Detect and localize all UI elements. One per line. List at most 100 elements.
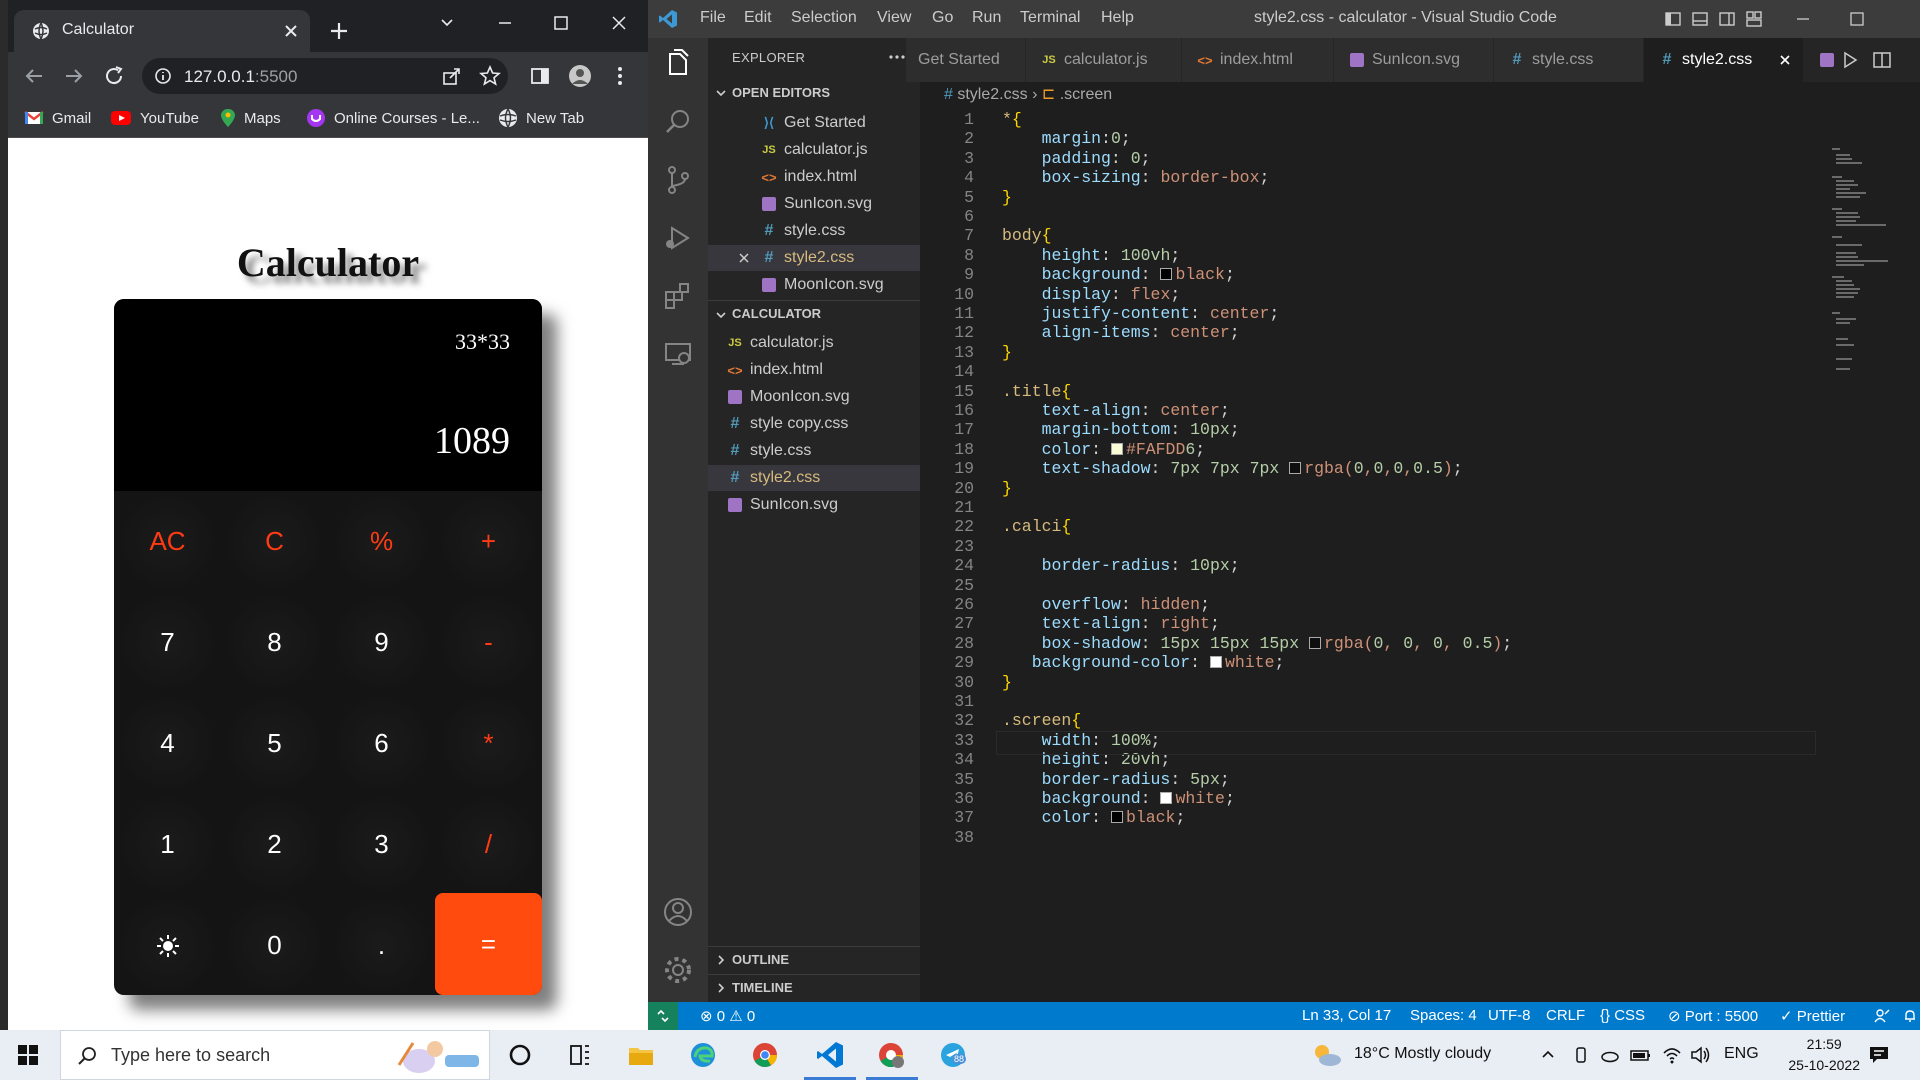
open-editors-section[interactable]: OPEN EDITORS xyxy=(708,82,920,106)
key-2[interactable]: 2 xyxy=(221,794,328,895)
run-icon[interactable] xyxy=(1840,50,1860,70)
key-3[interactable]: 3 xyxy=(328,794,435,895)
minimize-icon[interactable] xyxy=(1794,10,1812,28)
menu-view[interactable]: View xyxy=(877,9,911,27)
open-editor-item[interactable]: ⟩⟨ Get Started xyxy=(708,110,920,136)
taskbar-search-box[interactable]: Type here to search xyxy=(60,1030,490,1080)
share-icon[interactable] xyxy=(440,64,464,88)
remote-indicator[interactable] xyxy=(648,1002,678,1030)
bookmark-gmail[interactable]: Gmail xyxy=(24,107,91,129)
theme-toggle-button[interactable] xyxy=(114,895,221,995)
tab-search-chevron-icon[interactable] xyxy=(436,12,458,34)
open-editor-item-active[interactable]: # style2.css xyxy=(708,245,920,271)
file-tree-item[interactable]: <> index.html xyxy=(708,357,920,383)
maximize-icon[interactable] xyxy=(550,12,572,34)
notifications-bell-icon[interactable] xyxy=(1902,1008,1918,1024)
file-tree-item[interactable]: JS calculator.js xyxy=(708,330,920,356)
language-mode[interactable]: {} CSS xyxy=(1600,1007,1645,1024)
key-decimal[interactable]: . xyxy=(328,895,435,995)
task-view-icon[interactable] xyxy=(565,1040,595,1070)
extensions-icon[interactable] xyxy=(660,278,696,314)
file-tree-item[interactable]: MoonIcon.svg xyxy=(708,384,920,410)
customize-layout-icon[interactable] xyxy=(1745,10,1763,28)
explorer-files-icon[interactable] xyxy=(660,46,696,82)
key-0[interactable]: 0 xyxy=(221,895,328,995)
code-line[interactable]: 38 xyxy=(920,828,1920,852)
key-divide[interactable]: / xyxy=(435,794,542,895)
key-plus[interactable]: + xyxy=(435,491,542,592)
menu-help[interactable]: Help xyxy=(1101,9,1134,27)
menu-selection[interactable]: Selection xyxy=(791,9,857,27)
file-tree-item[interactable]: # style copy.css xyxy=(708,411,920,437)
vscode-icon[interactable] xyxy=(815,1040,845,1070)
settings-gear-icon[interactable] xyxy=(660,952,696,988)
tab-close-icon[interactable] xyxy=(282,22,300,40)
key-4[interactable]: 4 xyxy=(114,693,221,794)
encoding[interactable]: UTF-8 xyxy=(1488,1007,1531,1024)
cursor-position[interactable]: Ln 33, Col 17 xyxy=(1302,1007,1391,1024)
telegram-taskbar-button[interactable]: 88 xyxy=(938,1040,968,1070)
minimize-icon[interactable] xyxy=(494,12,516,34)
bookmark-star-icon[interactable] xyxy=(478,64,502,88)
timeline-section[interactable]: TIMELINE xyxy=(708,974,920,1000)
close-editor-icon[interactable] xyxy=(738,252,750,264)
maximize-icon[interactable] xyxy=(1848,10,1866,28)
chrome-profile-icon[interactable] xyxy=(876,1040,906,1070)
toggle-panel-icon[interactable] xyxy=(1691,10,1709,28)
tab-calculator-js[interactable]: JS calculator.js xyxy=(1026,38,1182,82)
bookmark-youtube[interactable]: YouTube xyxy=(110,107,199,129)
calculator-folder-section[interactable]: CALCULATOR xyxy=(708,300,920,328)
key-percent[interactable]: % xyxy=(328,491,435,592)
breadcrumb-symbol[interactable]: .screen xyxy=(1060,86,1112,103)
bookmark-new-tab[interactable]: New Tab xyxy=(498,107,584,129)
edge-browser-icon[interactable] xyxy=(688,1040,718,1070)
key-6[interactable]: 6 xyxy=(328,693,435,794)
menu-file[interactable]: File xyxy=(700,9,726,27)
chevron-up-icon[interactable] xyxy=(1540,1047,1556,1063)
key-clear[interactable]: C xyxy=(221,491,328,592)
tab-index-html[interactable]: <> index.html xyxy=(1182,38,1334,82)
profile-avatar[interactable] xyxy=(568,64,592,88)
volume-icon[interactable] xyxy=(1690,1045,1712,1065)
prettier-status[interactable]: ✓ Prettier xyxy=(1780,1007,1845,1025)
key-5[interactable]: 5 xyxy=(221,693,328,794)
menu-terminal[interactable]: Terminal xyxy=(1020,9,1080,27)
toggle-sidebar-icon[interactable] xyxy=(1664,10,1682,28)
browser-tab[interactable]: Calculator xyxy=(14,10,310,52)
forward-arrow-icon[interactable] xyxy=(62,64,86,88)
key-1[interactable]: 1 xyxy=(114,794,221,895)
run-debug-icon[interactable] xyxy=(660,220,696,256)
side-panel-icon[interactable] xyxy=(528,64,552,88)
file-tree-item-selected[interactable]: # style2.css xyxy=(708,465,920,491)
toggle-secondary-sidebar-icon[interactable] xyxy=(1718,10,1736,28)
usb-device-icon[interactable] xyxy=(1572,1046,1590,1064)
open-editor-item[interactable]: <> index.html xyxy=(708,164,920,190)
key-ac[interactable]: AC xyxy=(114,491,221,592)
file-tree-item[interactable]: SunIcon.svg xyxy=(708,492,920,518)
chrome-menu-icon[interactable] xyxy=(608,64,632,88)
open-editor-item[interactable]: # style.css xyxy=(708,218,920,244)
accounts-icon[interactable] xyxy=(660,894,696,930)
notification-center-icon[interactable] xyxy=(1868,1044,1890,1066)
weather-text[interactable]: 18°C Mostly cloudy xyxy=(1354,1045,1491,1063)
key-7[interactable]: 7 xyxy=(114,592,221,693)
indentation[interactable]: Spaces: 4 xyxy=(1410,1007,1477,1024)
outline-section[interactable]: OUTLINE xyxy=(708,946,920,972)
onedrive-cloud-icon[interactable] xyxy=(1600,1046,1620,1064)
live-server-port[interactable]: ⊘ Port : 5500 xyxy=(1668,1007,1758,1025)
tab-style2-css[interactable]: # style2.css xyxy=(1644,38,1804,82)
reload-icon[interactable] xyxy=(102,64,126,88)
close-window-icon[interactable] xyxy=(608,12,630,34)
minimap[interactable] xyxy=(1832,148,1892,388)
menu-edit[interactable]: Edit xyxy=(744,9,772,27)
input-language[interactable]: ENG xyxy=(1724,1045,1759,1063)
open-editor-item[interactable]: MoonIcon.svg xyxy=(708,272,920,298)
remote-explorer-icon[interactable] xyxy=(660,336,696,372)
key-multiply[interactable]: * xyxy=(435,693,542,794)
key-8[interactable]: 8 xyxy=(221,592,328,693)
file-tree-item[interactable]: # style.css xyxy=(708,438,920,464)
battery-icon[interactable] xyxy=(1630,1046,1652,1064)
close-tab-icon[interactable] xyxy=(1779,54,1791,66)
new-tab-icon[interactable] xyxy=(328,20,350,42)
tab-style-css[interactable]: # style.css xyxy=(1494,38,1644,82)
